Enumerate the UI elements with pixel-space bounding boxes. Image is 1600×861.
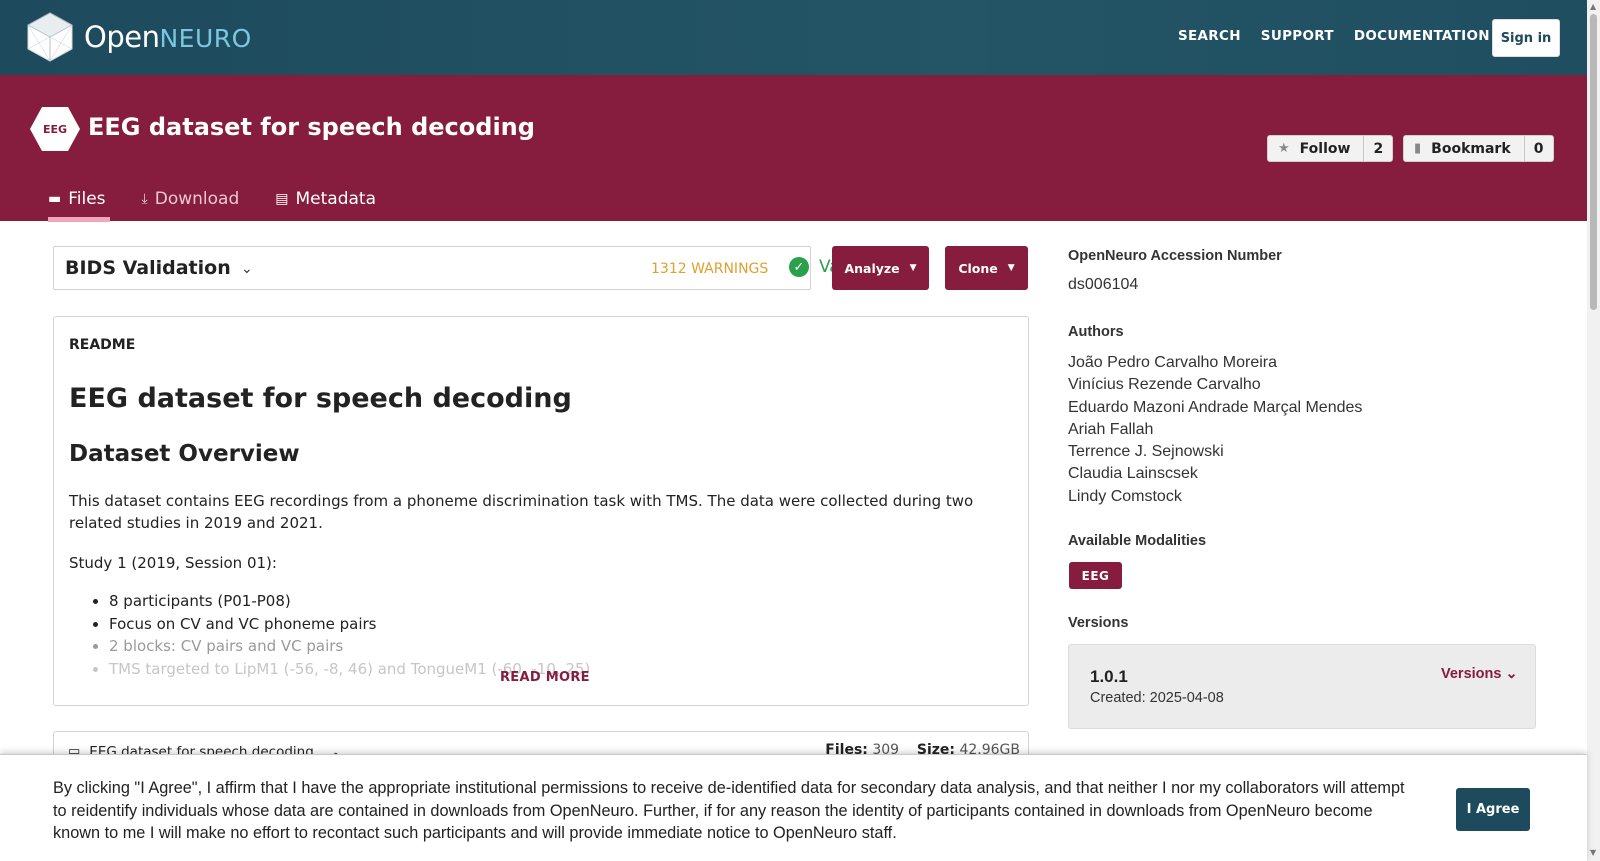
modality-badge-eeg[interactable]: EEG <box>1069 562 1122 589</box>
logo-open-text: Open <box>84 20 160 54</box>
follow-button[interactable]: ★ Follow <box>1268 136 1365 161</box>
tab-download-label: Download <box>154 189 240 209</box>
accession-heading: OpenNeuro Accession Number <box>1068 248 1282 264</box>
dataset-title: EEG dataset for speech decoding <box>88 113 535 141</box>
follow-label: Follow <box>1299 140 1351 157</box>
authors-list: João Pedro Carvalho Moreira Vinícius Rez… <box>1068 352 1362 508</box>
analyze-button[interactable]: Analyze ▼ <box>832 246 929 290</box>
readme-heading: EEG dataset for speech decoding <box>69 383 572 414</box>
author-name: Eduardo Mazoni Andrade Marçal Mendes <box>1068 398 1363 416</box>
author-name: Ariah Fallah <box>1068 420 1154 438</box>
author-name: João Pedro Carvalho Moreira <box>1068 354 1277 371</box>
chevron-down-icon[interactable]: ⌄ <box>241 261 253 277</box>
clone-label: Clone <box>958 260 998 276</box>
author-name: Vinícius Rezende Carvalho <box>1068 376 1261 394</box>
bookmark-count: 0 <box>1533 140 1544 157</box>
openneuro-logo[interactable]: OpenNEURO <box>24 11 252 63</box>
nav-search-link[interactable]: SEARCH <box>1178 28 1241 44</box>
follow-button-group[interactable]: ★ Follow 2 <box>1267 135 1394 162</box>
dataset-tabs: ▬ Files ⤓ Download ▤ Metadata <box>48 183 412 222</box>
tab-metadata-label: Metadata <box>295 189 377 209</box>
bids-validation-panel[interactable]: BIDS Validation ⌄ 1312 WARNINGS ✓ Valid <box>53 246 860 290</box>
logo-cube-icon <box>27 12 73 62</box>
logo-wordmark: OpenNEURO <box>84 20 252 54</box>
caret-down-icon: ▼ <box>909 263 917 273</box>
consent-banner: By clicking "I Agree", I affirm that I h… <box>0 754 1587 861</box>
dataset-header: EEG EEG dataset for speech decoding ★ Fo… <box>0 75 1587 222</box>
versions-dropdown[interactable]: Versions ⌄ <box>1441 666 1518 682</box>
top-nav: OpenNEURO SEARCH SUPPORT DOCUMENTATION S… <box>0 0 1587 75</box>
author-name: Lindy Comstock <box>1068 487 1182 505</box>
list-item: 8 participants (P01-P08) <box>109 590 590 613</box>
sign-in-button[interactable]: Sign in <box>1492 19 1560 57</box>
bookmark-button-group[interactable]: ▮ Bookmark 0 <box>1403 135 1554 162</box>
download-icon: ⤓ <box>141 191 148 207</box>
nav-links: SEARCH SUPPORT DOCUMENTATION <box>1178 28 1490 44</box>
caret-down-icon: ▼ <box>1007 263 1015 273</box>
clone-button[interactable]: Clone ▼ <box>945 246 1028 290</box>
bookmark-button[interactable]: ▮ Bookmark <box>1404 136 1525 161</box>
readme-paragraph: This dataset contains EEG recordings fro… <box>69 492 974 532</box>
logo-neuro-text: NEURO <box>159 24 252 53</box>
consent-text: By clicking "I Agree", I affirm that I h… <box>53 779 1405 842</box>
scroll-down-arrow-icon[interactable]: ▼ <box>1590 848 1596 857</box>
tab-metadata[interactable]: ▤ Metadata <box>275 183 376 215</box>
versions-dropdown-label: Versions <box>1441 666 1502 682</box>
scrollbar-thumb[interactable] <box>1590 14 1597 310</box>
readme-study-label: Study 1 (2019, Session 01): <box>69 554 277 572</box>
version-created-date: Created: 2025-04-08 <box>1090 690 1224 706</box>
tab-files[interactable]: ▬ Files <box>48 183 110 222</box>
check-circle-icon: ✓ <box>789 257 809 277</box>
version-number: 1.0.1 <box>1090 667 1128 686</box>
nav-support-link[interactable]: SUPPORT <box>1261 28 1334 44</box>
star-icon: ★ <box>1278 141 1290 156</box>
authors-heading: Authors <box>1068 324 1124 340</box>
readme-subheading: Dataset Overview <box>69 441 300 467</box>
accession-number: ds006104 <box>1068 276 1139 293</box>
modalities-heading: Available Modalities <box>1068 533 1207 549</box>
bookmark-label: Bookmark <box>1431 140 1511 157</box>
readme-panel: README EEG dataset for speech decoding D… <box>53 316 1029 706</box>
nav-documentation-link[interactable]: DOCUMENTATION <box>1354 28 1490 44</box>
tab-download[interactable]: ⤓ Download <box>142 183 240 215</box>
analyze-label: Analyze <box>844 260 900 276</box>
tab-files-label: Files <box>68 189 106 209</box>
folder-icon: ▬ <box>48 191 62 207</box>
chevron-down-icon: ⌄ <box>1505 666 1518 682</box>
bids-validation-title: BIDS Validation <box>65 257 231 279</box>
versions-heading: Versions <box>1068 615 1129 631</box>
list-item: Focus on CV and VC phoneme pairs <box>109 613 590 636</box>
bookmark-icon: ▮ <box>1414 141 1422 156</box>
i-agree-button[interactable]: I Agree <box>1456 788 1530 831</box>
modality-hex-badge: EEG <box>29 106 81 152</box>
file-code-icon: ▤ <box>275 191 289 207</box>
readme-bullet-list: 8 participants (P01-P08) Focus on CV and… <box>109 590 590 680</box>
scroll-up-arrow-icon[interactable]: ▲ <box>1590 2 1596 11</box>
list-item: 2 blocks: CV pairs and VC pairs <box>109 635 590 658</box>
modality-hex-label: EEG <box>42 122 68 136</box>
version-card: 1.0.1 Created: 2025-04-08 Versions ⌄ <box>1068 644 1536 729</box>
readme-label: README <box>69 337 136 353</box>
warnings-count[interactable]: 1312 WARNINGS <box>651 261 768 277</box>
read-more-link[interactable]: READ MORE <box>500 670 590 685</box>
page-scrollbar[interactable]: ▲ ▼ <box>1587 0 1600 861</box>
follow-count: 2 <box>1373 140 1384 157</box>
author-name: Terrence J. Sejnowski <box>1068 443 1224 461</box>
author-name: Claudia Lainscsek <box>1068 465 1198 483</box>
